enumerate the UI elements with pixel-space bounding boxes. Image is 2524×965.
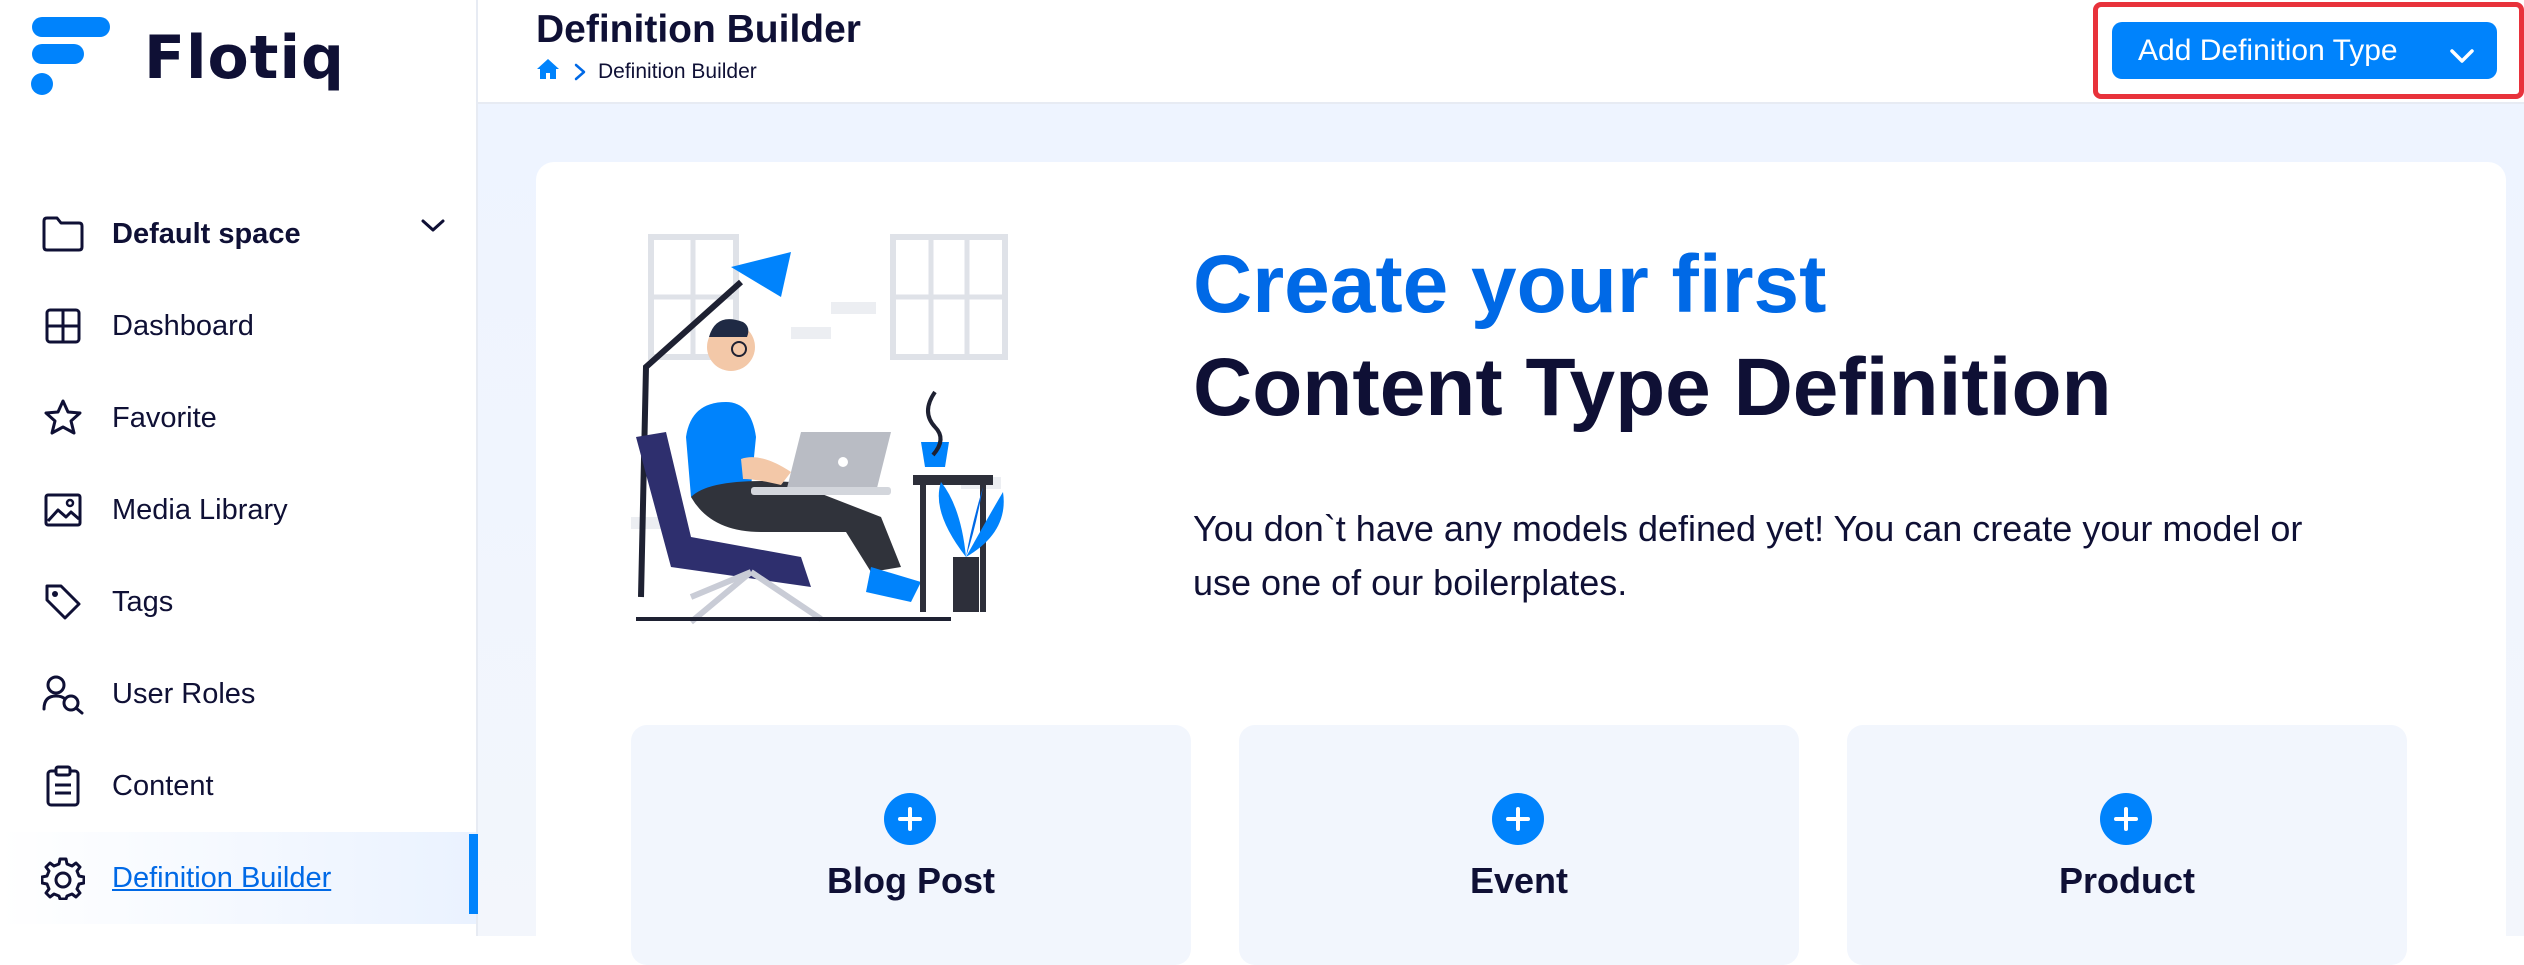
sidebar-item-label: Definition Builder	[112, 861, 332, 894]
chevron-down-icon[interactable]	[420, 218, 446, 239]
sidebar-item-label: Favorite	[112, 401, 217, 434]
template-card-label: Event	[1469, 860, 1569, 901]
user-roles-icon	[40, 671, 86, 717]
template-card-label: Product	[2058, 860, 2195, 901]
sidebar-item-content[interactable]: Content	[0, 740, 476, 832]
sidebar-item-label: Content	[112, 769, 214, 802]
sidebar-item-media-library[interactable]: Media Library	[0, 464, 476, 556]
clipboard-icon	[40, 763, 86, 809]
sidebar-item-favorite[interactable]: Favorite	[0, 372, 476, 464]
image-icon	[40, 487, 86, 533]
plus-icon[interactable]	[884, 793, 936, 845]
plus-icon[interactable]	[1492, 793, 1544, 845]
top-header: Definition Builder Definition Builder Ad…	[478, 0, 2524, 104]
space-label: Default space	[112, 217, 301, 250]
developer-illustration	[631, 227, 1051, 632]
sidebar: Flotiq Default space Dashboard Favorite	[0, 0, 478, 936]
sidebar-item-label: User Roles	[112, 677, 256, 710]
sidebar-item-dashboard[interactable]: Dashboard	[0, 280, 476, 372]
headline-main: Content Type Definition	[1193, 342, 2112, 433]
star-icon	[40, 395, 86, 441]
sidebar-item-label: Dashboard	[112, 309, 254, 342]
sidebar-item-label: Media Library	[112, 493, 288, 526]
empty-state-headline: Create your first Content Type Definitio…	[1193, 235, 2112, 441]
template-card-blog-post[interactable]: Blog Post	[631, 725, 1191, 965]
sidebar-nav: Default space Dashboard Favorite Media L…	[0, 188, 478, 924]
highlight-box: Add Definition Type	[2093, 2, 2524, 99]
sidebar-item-label: Tags	[112, 585, 174, 618]
add-definition-type-button[interactable]: Add Definition Type	[2112, 22, 2497, 79]
flotiq-logo-icon	[31, 17, 110, 95]
plus-icon[interactable]	[2100, 793, 2152, 845]
app-name: Flotiq	[144, 23, 345, 93]
sidebar-item-user-roles[interactable]: User Roles	[0, 648, 476, 740]
sidebar-item-definition-builder[interactable]: Definition Builder	[0, 832, 478, 924]
chevron-down-icon[interactable]	[2449, 40, 2475, 74]
main-content: Create your first Content Type Definitio…	[478, 104, 2524, 965]
add-definition-type-label: Add Definition Type	[2138, 33, 2398, 67]
template-card-product[interactable]: Product	[1847, 725, 2407, 965]
empty-state-card: Create your first Content Type Definitio…	[536, 162, 2506, 965]
headline-accent: Create your first	[1193, 239, 1827, 330]
breadcrumb-current: Definition Builder	[598, 60, 757, 83]
sidebar-item-tags[interactable]: Tags	[0, 556, 476, 648]
space-selector[interactable]: Default space	[0, 188, 476, 280]
tag-icon	[40, 579, 86, 625]
chevron-right-icon	[574, 63, 586, 81]
flotiq-logo[interactable]: Flotiq	[30, 17, 345, 98]
dashboard-icon	[40, 303, 86, 349]
home-icon[interactable]	[536, 58, 560, 86]
template-card-event[interactable]: Event	[1239, 725, 1799, 965]
gear-icon	[40, 855, 86, 901]
template-card-label: Blog Post	[827, 860, 995, 901]
folder-icon	[40, 211, 86, 257]
breadcrumb: Definition Builder	[536, 58, 757, 86]
empty-state-description: You don`t have any models defined yet! Y…	[1193, 508, 2303, 603]
page-title: Definition Builder	[536, 8, 861, 51]
